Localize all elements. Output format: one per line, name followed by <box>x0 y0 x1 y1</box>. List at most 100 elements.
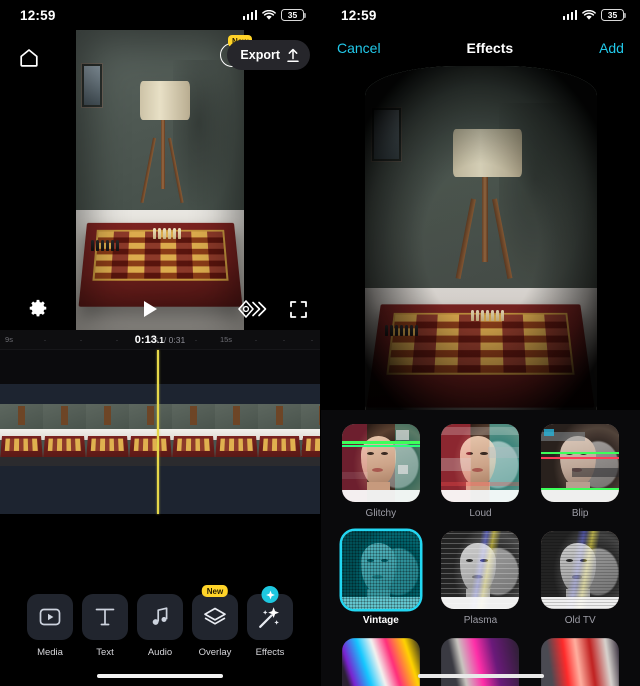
wifi-icon <box>262 9 276 21</box>
audio-tile[interactable] <box>137 594 183 640</box>
speed-chevrons-icon[interactable] <box>237 300 268 318</box>
page-title: Effects <box>466 40 514 56</box>
effect-item-row3-c[interactable] <box>540 638 620 686</box>
play-button[interactable] <box>76 301 224 317</box>
export-label: Export <box>240 48 280 62</box>
effects-grid[interactable]: Glitchy Loud Blip Vintage Plasma Old TV <box>321 410 640 686</box>
effects-wand-icon <box>259 607 279 628</box>
toolbar-label-text: Text <box>96 647 114 658</box>
toolbar-item-media[interactable]: Media <box>27 594 73 686</box>
effects-picker-screen: 12:59 35 Cancel Effects Add Glitchy Loud… <box>320 0 640 686</box>
preview-right-gutter <box>244 30 320 330</box>
settings-button[interactable] <box>0 299 76 319</box>
toolbar-item-effects[interactable]: Effects <box>247 586 293 686</box>
ruler-dot: · <box>254 334 258 345</box>
filmstrip-frame <box>258 404 301 466</box>
home-icon[interactable] <box>14 42 44 72</box>
effect-item-row3-a[interactable] <box>341 638 421 686</box>
cellular-signal-icon <box>562 10 577 20</box>
media-play-box-icon <box>39 608 61 626</box>
effect-thumbnail[interactable] <box>341 531 420 609</box>
timeline-body[interactable] <box>0 350 320 514</box>
cellular-signal-icon <box>242 10 257 20</box>
current-time: 0:13 <box>134 333 157 346</box>
effect-item-glitchy[interactable]: Glitchy <box>341 424 421 519</box>
filmstrip-frame <box>129 404 172 466</box>
playhead[interactable] <box>157 350 159 514</box>
add-button[interactable]: Add <box>599 40 624 56</box>
effect-thumbnail[interactable] <box>541 638 620 686</box>
ruler-dot: · <box>43 334 47 345</box>
effect-thumbnail[interactable] <box>541 531 620 609</box>
toolbar-item-text[interactable]: Text <box>82 594 128 686</box>
badge-sparkle-icon <box>265 590 275 599</box>
ruler-tick-9s: 9s <box>5 335 13 344</box>
status-icons: 35 <box>562 9 627 21</box>
battery-level: 35 <box>607 10 618 20</box>
video-filmstrip[interactable] <box>0 404 320 466</box>
home-indicator <box>417 673 544 678</box>
ruler-dot: · <box>310 334 314 345</box>
wifi-icon <box>582 9 596 21</box>
audio-note-icon <box>152 607 168 625</box>
effect-label: Vintage <box>362 615 399 626</box>
text-tile[interactable] <box>82 594 128 640</box>
fullscreen-expand-icon[interactable] <box>289 300 307 318</box>
effect-item-blip[interactable]: Blip <box>540 424 620 519</box>
effect-item-vintage[interactable]: Vintage <box>341 531 421 626</box>
effect-item-plasma[interactable]: Plasma <box>440 531 520 626</box>
play-icon <box>143 301 157 317</box>
effect-item-loud[interactable]: Loud <box>440 424 520 519</box>
ruler-tick-15s: 15s <box>219 335 233 344</box>
filmstrip-frame <box>301 404 320 466</box>
video-canvas[interactable] <box>76 30 244 330</box>
effect-item-old-tv[interactable]: Old TV <box>540 531 620 626</box>
gear-icon <box>29 299 47 317</box>
ruler-dot: · <box>194 334 198 345</box>
filmstrip-frame <box>172 404 215 466</box>
toolbar-label-overlay: Overlay <box>198 647 232 658</box>
video-editor-screen: 12:59 35 Export 9s · · · 12s 0:13.1/ 0:3… <box>0 0 320 686</box>
ruler-dot: · <box>115 334 119 345</box>
effect-thumbnail[interactable] <box>341 424 420 502</box>
chess-scene-preview <box>364 66 597 436</box>
toolbar-item-overlay[interactable]: New Overlay <box>192 585 238 686</box>
effect-label: Loud <box>469 508 492 519</box>
effect-thumbnail[interactable] <box>341 638 420 686</box>
effect-thumbnail[interactable] <box>441 638 520 686</box>
effects-preview-area[interactable] <box>321 66 640 436</box>
effect-thumbnail[interactable] <box>541 424 620 502</box>
status-time: 12:59 <box>341 7 377 23</box>
status-icons: 35 <box>242 9 307 21</box>
text-t-icon <box>95 608 115 626</box>
status-time: 12:59 <box>20 7 56 23</box>
effect-label: Blip <box>571 508 589 519</box>
effect-label: Old TV <box>564 615 596 626</box>
editor-toolbar: Media Text Audio New Overlay Effects <box>0 580 320 686</box>
timecode-display: 0:13.1/ 0:31 <box>135 334 185 346</box>
battery-level: 35 <box>287 10 298 20</box>
export-button[interactable]: Export <box>227 40 310 70</box>
upload-arrow-icon <box>286 48 300 63</box>
overlay-tile[interactable] <box>192 594 238 640</box>
filmstrip-frame <box>215 404 258 466</box>
effect-item-row3-b[interactable] <box>440 638 520 686</box>
status-bar: 12:59 35 <box>0 0 320 30</box>
preview-left-gutter <box>0 30 76 330</box>
timeline-spacer <box>0 350 320 384</box>
player-controls <box>0 288 320 330</box>
video-preview-area[interactable]: ? New Export <box>0 30 320 330</box>
effect-thumbnail[interactable] <box>441 531 520 609</box>
timeline-ruler[interactable]: 9s · · · 12s 0:13.1/ 0:31 · 15s · · · <box>0 330 320 350</box>
total-time: / 0:31 <box>163 334 186 345</box>
toolbar-item-audio[interactable]: Audio <box>137 594 183 686</box>
media-tile[interactable] <box>27 594 73 640</box>
dual-screen-container: 12:59 35 Export 9s · · · 12s 0:13.1/ 0:3… <box>0 0 640 686</box>
overlay-new-badge: New <box>201 585 229 597</box>
effect-label: Plasma <box>463 615 498 626</box>
effect-thumbnail[interactable] <box>441 424 520 502</box>
effects-video-canvas[interactable] <box>364 66 597 436</box>
effects-nav-bar: Cancel Effects Add <box>321 30 640 66</box>
cancel-button[interactable]: Cancel <box>337 40 381 56</box>
overlay-layers-icon <box>204 607 226 625</box>
